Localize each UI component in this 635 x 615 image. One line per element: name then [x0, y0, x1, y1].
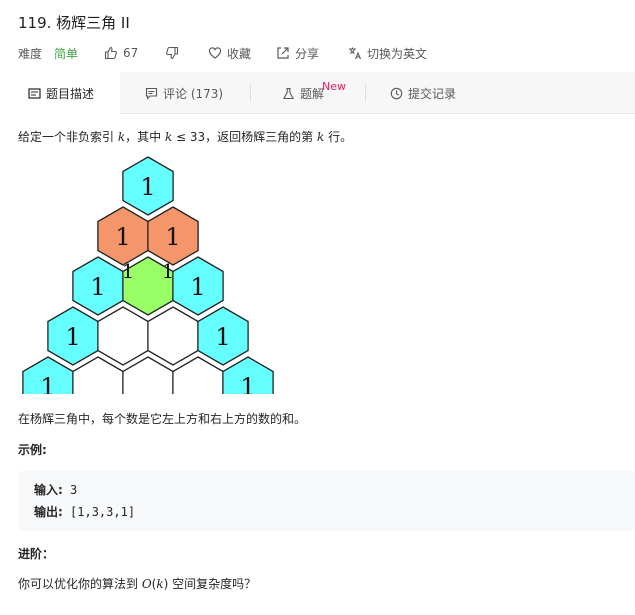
example-input-line: 输入: 3: [34, 481, 77, 498]
output-label: 输出:: [34, 505, 63, 519]
advanced-heading: 进阶：: [18, 547, 55, 561]
hex-cell-value: 1: [90, 273, 105, 301]
like-button[interactable]: 67: [104, 46, 138, 60]
hex-cell-value: 1: [240, 373, 255, 394]
problem-description: 给定一个非负索引 k，其中 k ≤ 33，返回杨辉三角的第 k 行。: [18, 128, 352, 145]
pascal-triangle-diagram: 11 11 11 11 11 1: [22, 156, 274, 394]
example-code-block: 输入: 3 输出: [1,3,3,1]: [18, 471, 635, 531]
description-text: 行。: [324, 130, 353, 144]
clock-icon: [390, 87, 403, 99]
tab-description-label: 题目描述: [46, 87, 95, 101]
example-output-line: 输出: [1,3,3,1]: [34, 503, 135, 520]
example-heading: 示例:: [18, 443, 47, 457]
advanced-text: 你可以优化你的算法到 O(k) 空间复杂度吗？: [18, 575, 256, 592]
flask-icon: [283, 87, 294, 99]
hex-cell-white: [72, 356, 124, 394]
carried-value-label: 1: [122, 259, 135, 283]
big-o-symbol: O: [141, 577, 152, 591]
comment-icon: [145, 87, 158, 100]
hex-cell-value: 1: [115, 223, 130, 251]
translate-icon: [349, 47, 362, 60]
tab-solution-label: 题解: [300, 86, 325, 101]
hex-cell-value: 1: [190, 273, 205, 301]
tab-submissions[interactable]: 提交记录: [390, 72, 456, 114]
hex-cell-white: [172, 356, 224, 394]
problem-content: 给定一个非负索引 k，其中 k ≤ 33，返回杨辉三角的第 k 行。 11111…: [0, 114, 635, 615]
tab-solution[interactable]: 题解 New: [282, 72, 346, 114]
tab-submissions-label: 提交记录: [408, 86, 457, 101]
description-text: ≤ 33，返回杨辉三角的第: [172, 130, 317, 144]
output-value: [1,3,3,1]: [62, 505, 136, 519]
favorite-button[interactable]: 收藏: [208, 45, 251, 62]
favorite-label: 收藏: [227, 46, 252, 61]
hex-cell-white: [97, 306, 149, 366]
language-switch-button[interactable]: 切换为英文: [348, 45, 427, 62]
variable-k: k: [156, 577, 164, 591]
thumbs-up-icon: [104, 46, 117, 60]
share-label: 分享: [295, 46, 320, 61]
difficulty-value: 简单: [54, 46, 79, 61]
advanced-text-part: 空间复杂度吗？: [168, 577, 257, 591]
carried-value-label: 1: [162, 259, 175, 283]
thumbs-down-icon: [166, 46, 179, 60]
tab-divider: [365, 84, 366, 102]
diagram-caption: 在杨辉三角中，每个数是它左上方和右上方的数的和。: [18, 412, 307, 426]
share-button[interactable]: 分享: [276, 45, 319, 62]
tab-bar: 题目描述 评论 (173) 题解 New 提交记录: [0, 72, 635, 115]
description-text: ，其中: [125, 130, 165, 144]
tab-comments[interactable]: 评论 (173): [145, 72, 223, 114]
tab-description[interactable]: 题目描述: [0, 72, 120, 115]
problem-header: 119. 杨辉三角 II 难度 简单 67 收藏 分享 切换为英文: [0, 0, 635, 72]
hex-cell-value: 1: [215, 323, 230, 351]
tab-comments-label: 评论 (173): [163, 86, 224, 101]
hex-cell-white: [122, 356, 174, 394]
hex-cell-white: [147, 306, 199, 366]
language-switch-label: 切换为英文: [367, 46, 428, 61]
advanced-text-part: 你可以优化你的算法到: [18, 577, 142, 591]
description-text: 给定一个非负索引: [18, 130, 118, 144]
hex-cell-value: 1: [40, 373, 55, 394]
difficulty-label: 难度: [18, 46, 43, 61]
hex-cell-value: 1: [140, 173, 155, 201]
like-count: 67: [123, 46, 139, 60]
problem-title: 119. 杨辉三角 II: [18, 14, 130, 32]
share-icon: [277, 47, 289, 59]
hex-cell-value: 1: [65, 323, 80, 351]
document-icon: [28, 88, 41, 99]
input-value: 3: [62, 483, 78, 497]
heart-icon: [208, 47, 222, 59]
new-badge: New: [322, 80, 346, 93]
input-label: 输入:: [34, 483, 63, 497]
tab-divider: [250, 84, 251, 102]
dislike-button[interactable]: [165, 46, 184, 60]
hex-cell-value: 1: [165, 223, 180, 251]
